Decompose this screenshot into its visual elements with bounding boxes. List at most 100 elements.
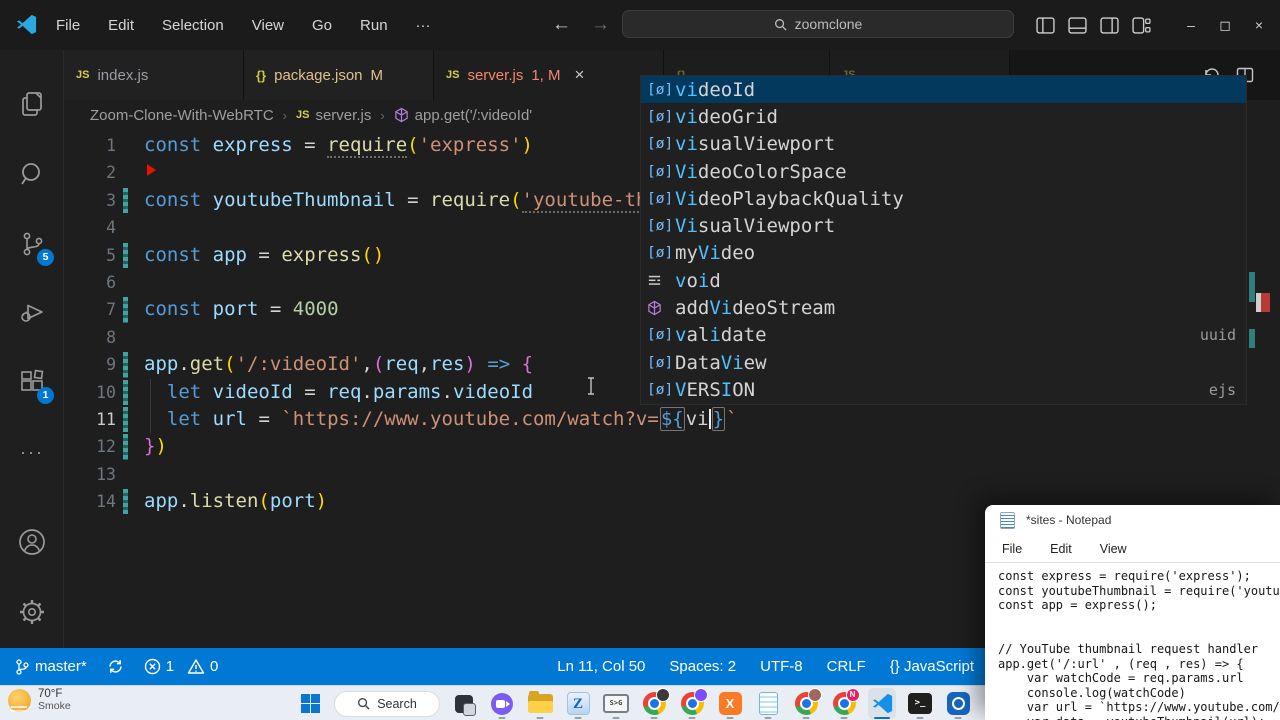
notepad-menu-view[interactable]: View xyxy=(1100,542,1127,556)
suggestion-item[interactable]: [ø]videoGrid xyxy=(641,103,1246,130)
taskbar-app-chat[interactable] xyxy=(488,688,516,719)
line-number: 12 xyxy=(64,433,116,460)
code-line[interactable]: 11 let url = `https://www.youtube.com/wa… xyxy=(64,406,1254,433)
taskbar-app-terminal[interactable]: >_ xyxy=(906,688,934,719)
status-[interactable]: {} JavaScript xyxy=(890,658,974,675)
scm-badge: 5 xyxy=(37,249,54,266)
start-button[interactable] xyxy=(296,688,324,719)
line-number: 13 xyxy=(64,461,116,488)
symbol-method-icon xyxy=(647,300,675,316)
suggestion-item[interactable]: [ø]myVideo xyxy=(641,240,1246,267)
suggestion-label: myVideo xyxy=(675,242,755,264)
tab-server-js[interactable]: JSserver.js1, M× xyxy=(434,50,664,100)
problems-item[interactable]: 1 0 xyxy=(144,658,219,675)
more-views-icon[interactable]: ··· xyxy=(0,428,64,476)
notepad-menu-file[interactable]: File xyxy=(1002,542,1022,556)
source-control-icon[interactable]: 5 xyxy=(0,220,64,268)
suggestion-item[interactable]: [ø]VideoPlaybackQuality xyxy=(641,185,1246,212)
taskbar-search[interactable]: Search xyxy=(334,691,440,717)
breadcrumb-item[interactable]: JSserver.js xyxy=(296,107,371,124)
back-icon[interactable]: ← xyxy=(552,14,571,36)
run-debug-icon[interactable] xyxy=(0,288,64,336)
taskbar-app-screentogif[interactable]: S>G xyxy=(602,688,630,719)
overview-ruler-modified-mark xyxy=(1249,329,1255,348)
suggestion-item[interactable]: [ø]videoId xyxy=(641,76,1246,103)
forward-icon[interactable]: → xyxy=(591,14,610,36)
menu-go[interactable]: Go xyxy=(312,17,332,34)
line-number: 9 xyxy=(64,351,116,378)
taskbar-app-vscode[interactable] xyxy=(868,688,896,719)
git-branch-item[interactable]: master* xyxy=(14,658,87,676)
explorer-icon[interactable] xyxy=(0,80,64,128)
breadcrumb-item[interactable]: app.get('/:videoId' xyxy=(394,107,532,124)
suggestion-item[interactable]: [ø]DataView xyxy=(641,349,1246,376)
taskbar-app-chrome-profile-3[interactable] xyxy=(792,688,820,719)
toggle-panel-icon[interactable] xyxy=(1068,16,1087,35)
code-line[interactable]: 12}) xyxy=(64,433,1254,460)
suggestion-label: validate xyxy=(675,324,767,346)
menu-run[interactable]: Run xyxy=(360,17,388,34)
menu-view[interactable]: View xyxy=(252,17,284,34)
code-text: let url = `https://www.youtube.com/watch… xyxy=(144,406,738,433)
tab-index-js[interactable]: JSindex.js xyxy=(64,50,244,100)
suggestion-item[interactable]: [ø]validateuuid xyxy=(641,322,1246,349)
weather-widget[interactable]: 70°F Smoke xyxy=(8,688,71,712)
taskbar-search-label: Search xyxy=(377,697,417,711)
task-view-button[interactable] xyxy=(450,688,478,719)
gutter xyxy=(116,159,144,186)
task-view-icon xyxy=(455,695,473,713)
warning-count: 0 xyxy=(210,658,218,675)
account-icon[interactable] xyxy=(0,518,64,566)
sync-item[interactable] xyxy=(107,658,124,675)
code-line[interactable]: 13 xyxy=(64,461,1254,488)
toggle-secondary-sidebar-icon[interactable] xyxy=(1100,16,1119,35)
symbol-variable-icon: [ø] xyxy=(647,164,675,180)
suggestion-item[interactable]: void xyxy=(641,267,1246,294)
status-crlf[interactable]: CRLF xyxy=(827,658,866,675)
menu-file[interactable]: File xyxy=(56,17,80,34)
taskbar-app-chrome-profile-1[interactable] xyxy=(640,688,668,719)
taskbar-app-chrome-profile-2[interactable] xyxy=(678,688,706,719)
toggle-sidebar-icon[interactable] xyxy=(1036,16,1055,35)
status-ln[interactable]: Ln 11, Col 50 xyxy=(557,658,645,675)
suggestion-item[interactable]: addVideoStream xyxy=(641,294,1246,321)
suggestion-item[interactable]: [ø]visualViewport xyxy=(641,131,1246,158)
suggestion-label: DataView xyxy=(675,352,767,374)
taskbar-app-file-explorer[interactable] xyxy=(526,688,554,719)
minimize-button[interactable]: – xyxy=(1174,0,1208,50)
code-text: }) xyxy=(144,433,167,460)
menu-edit[interactable]: Edit xyxy=(108,17,134,34)
close-tab-icon[interactable]: × xyxy=(575,65,585,85)
taskbar-app-xampp[interactable]: X xyxy=(716,688,744,719)
settings-gear-icon[interactable] xyxy=(0,588,64,636)
extensions-icon[interactable]: 1 xyxy=(0,358,64,406)
text-cursor xyxy=(709,409,711,429)
status-utf8[interactable]: UTF-8 xyxy=(760,658,803,675)
search-view-icon[interactable] xyxy=(0,150,64,198)
symbol-variable-icon: [ø] xyxy=(647,109,675,125)
taskbar-app-chrome-profile-4[interactable]: N xyxy=(830,688,858,719)
notepad-titlebar[interactable]: *sites - Notepad xyxy=(985,505,1280,535)
suggestion-item[interactable]: [ø]VisualViewport xyxy=(641,212,1246,239)
notepad-content[interactable]: const express = require('express'); cons… xyxy=(985,563,1280,720)
status-spaces[interactable]: Spaces: 2 xyxy=(669,658,736,675)
taskbar-app-camera-app[interactable] xyxy=(944,688,972,719)
customize-layout-icon[interactable] xyxy=(1132,16,1151,35)
breadcrumb-item[interactable]: Zoom-Clone-With-WebRTC xyxy=(90,107,274,124)
breadcrumb-label: app.get('/:videoId' xyxy=(415,107,532,124)
close-button[interactable]: × xyxy=(1242,0,1276,50)
indent-guide xyxy=(150,379,151,433)
menu-selection[interactable]: Selection xyxy=(162,17,224,34)
notepad-menu-edit[interactable]: Edit xyxy=(1050,542,1072,556)
suggestion-item[interactable]: [ø]VideoColorSpace xyxy=(641,158,1246,185)
suggestion-label: VisualViewport xyxy=(675,215,835,237)
suggestion-item[interactable]: [ø]VERSIONejs xyxy=(641,376,1246,403)
tab-package-json[interactable]: {}package.jsonM xyxy=(244,50,434,100)
tab-decoration: M xyxy=(371,67,384,84)
taskbar-app-z-app[interactable]: Z xyxy=(564,688,592,719)
taskbar-app-notepad[interactable] xyxy=(754,688,782,719)
maximize-button[interactable]: ◻ xyxy=(1208,0,1242,50)
menu-[interactable]: ··· xyxy=(416,17,431,34)
breadcrumb-label: Zoom-Clone-With-WebRTC xyxy=(90,107,274,124)
command-center-search[interactable]: zoomclone xyxy=(622,10,1014,38)
